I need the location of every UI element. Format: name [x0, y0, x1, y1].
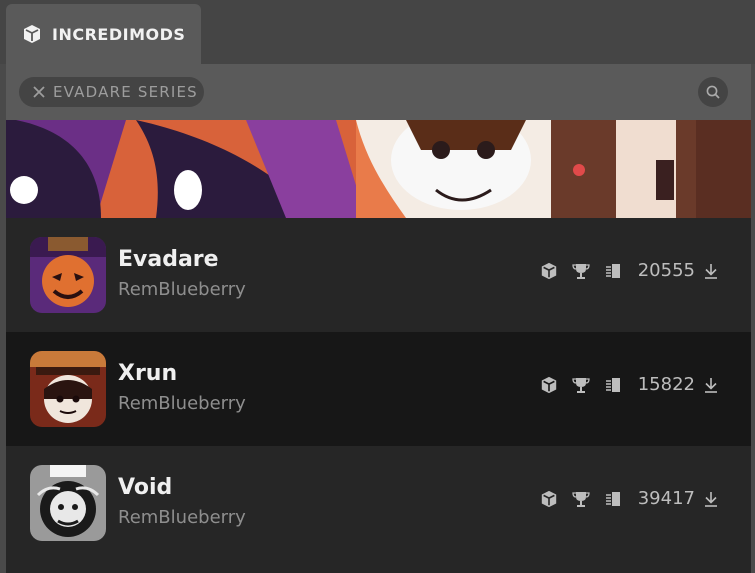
avatar — [30, 465, 106, 541]
avatar — [30, 237, 106, 313]
filter-label: EVADARE SERIES — [53, 83, 198, 101]
download-count: 39417 — [637, 488, 695, 509]
mod-stats: 39417 — [540, 488, 721, 509]
download-icon[interactable] — [703, 262, 721, 280]
files-icon — [604, 262, 622, 280]
download-count: 20555 — [637, 260, 695, 281]
filter-chip[interactable]: EVADARE SERIES — [19, 77, 204, 107]
mod-stats: 15822 — [540, 374, 721, 395]
tab-incredimods[interactable]: INCREDIMODS — [6, 4, 201, 64]
mod-title: Evadare — [118, 247, 219, 272]
cube-icon — [22, 24, 42, 44]
search-button[interactable] — [698, 77, 728, 107]
banner-image — [6, 120, 751, 218]
main-panel: EVADARE SERIES Evadare RemBlueberry 2055… — [6, 64, 751, 573]
list-item[interactable]: Void RemBlueberry 39417 — [6, 446, 751, 573]
mod-title: Void — [118, 475, 173, 500]
mod-author: RemBlueberry — [118, 393, 246, 414]
close-icon[interactable] — [33, 86, 45, 98]
tab-label: INCREDIMODS — [52, 24, 186, 44]
files-icon — [604, 376, 622, 394]
mod-stats: 20555 — [540, 260, 721, 281]
list-item[interactable]: Xrun RemBlueberry 15822 — [6, 332, 751, 446]
mod-author: RemBlueberry — [118, 507, 246, 528]
cube-icon — [540, 490, 558, 508]
download-count: 15822 — [637, 374, 695, 395]
mod-author: RemBlueberry — [118, 279, 246, 300]
download-icon[interactable] — [703, 490, 721, 508]
search-icon — [705, 84, 721, 100]
list-item[interactable]: Evadare RemBlueberry 20555 — [6, 218, 751, 332]
download-icon[interactable] — [703, 376, 721, 394]
avatar — [30, 351, 106, 427]
cube-icon — [540, 262, 558, 280]
trophy-icon — [572, 490, 590, 508]
mod-title: Xrun — [118, 361, 178, 386]
trophy-icon — [572, 376, 590, 394]
tab-bar: INCREDIMODS — [0, 0, 755, 64]
trophy-icon — [572, 262, 590, 280]
files-icon — [604, 490, 622, 508]
cube-icon — [540, 376, 558, 394]
mod-list: Evadare RemBlueberry 20555 Xrun RemBlueb… — [6, 218, 751, 573]
